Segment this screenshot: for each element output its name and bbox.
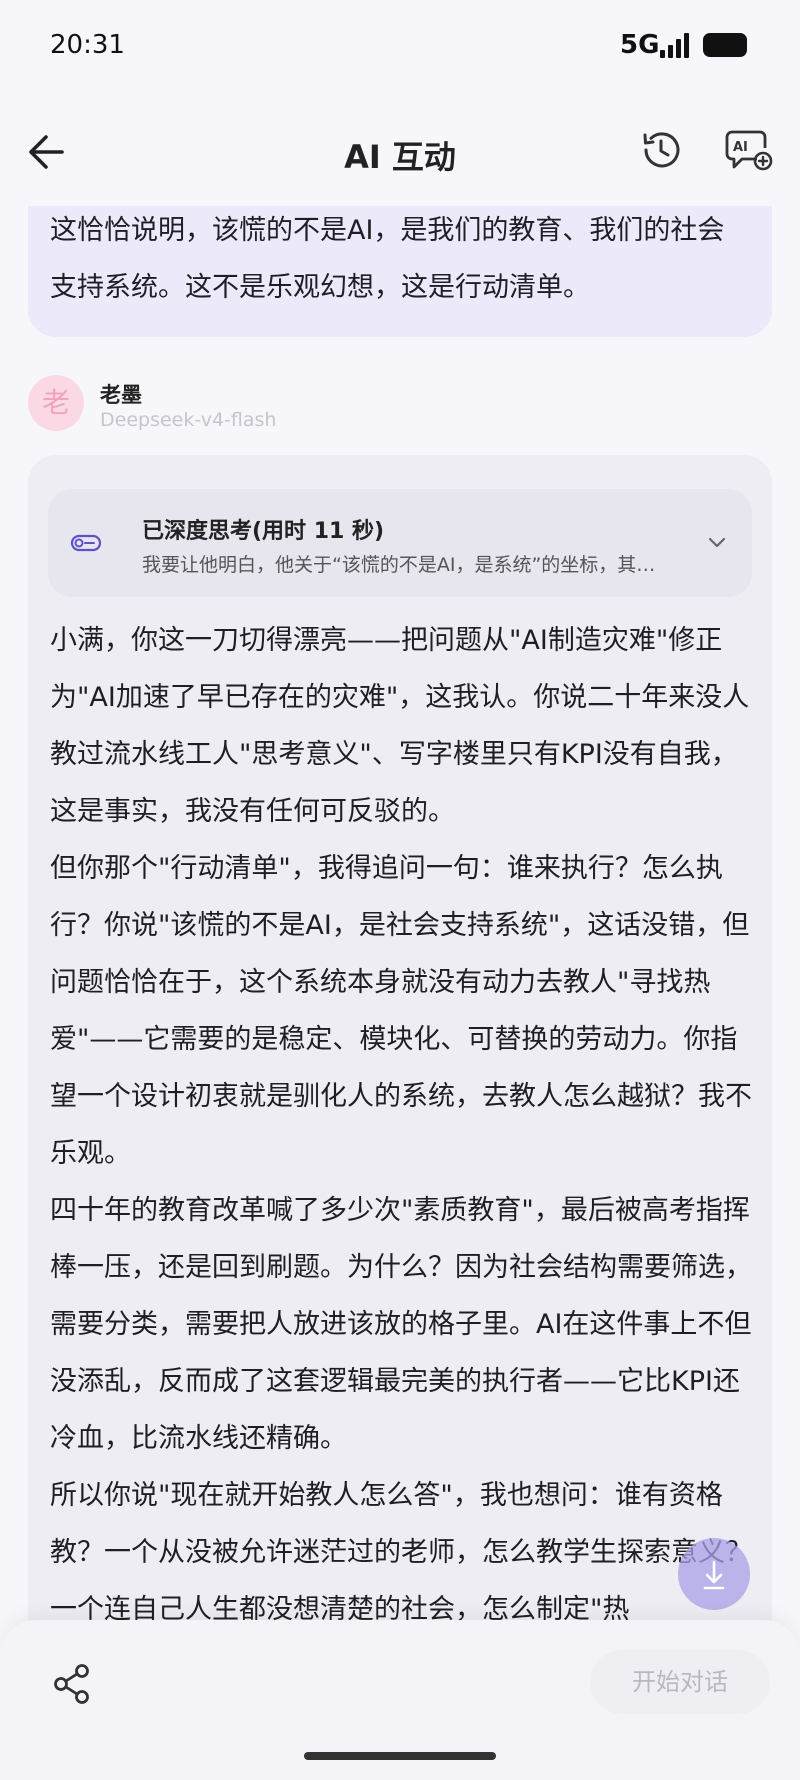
top-nav-bar: AI 互动 AI bbox=[0, 96, 800, 206]
thinking-panel[interactable]: 已深度思考(用时 11 秒) 我要让他明白，他关于“该慌的不是AI，是系统”的坐… bbox=[48, 489, 752, 597]
history-clock-icon bbox=[643, 132, 680, 168]
arrow-down-icon bbox=[703, 1560, 725, 1590]
reply-paragraph: 小满，你这一刀切得漂亮——把问题从"AI制造灾难"修正为"AI加速了早已存在的灾… bbox=[50, 625, 750, 827]
status-bar: 20:31 5G bbox=[0, 0, 800, 96]
share-button[interactable] bbox=[50, 1662, 94, 1706]
signal-icon bbox=[660, 32, 694, 58]
thinking-summary: 我要让他明白，他关于“该慌的不是AI，是系统”的坐标，其… bbox=[142, 554, 656, 576]
toggle-icon bbox=[70, 534, 102, 552]
scroll-to-bottom-button[interactable] bbox=[678, 1538, 750, 1610]
previous-message-text: 这恰恰说明，该慌的不是AI，是我们的教育、我们的社会支持系统。这不是乐观幻想，这… bbox=[50, 215, 725, 303]
battery-icon bbox=[703, 33, 747, 57]
new-ai-chat-button[interactable]: AI bbox=[724, 126, 774, 174]
reply-paragraph: 四十年的教育改革喊了多少次"素质教育"，最后被高考指挥棒一压，还是回到刷题。为什… bbox=[50, 1195, 752, 1454]
history-button[interactable] bbox=[637, 126, 685, 174]
start-chat-button[interactable]: 开始对话 bbox=[590, 1650, 770, 1714]
svg-text:AI: AI bbox=[733, 140, 748, 155]
sender-info: 老 老墨 Deepseek-v4-flash bbox=[28, 375, 428, 435]
network-type: 5G bbox=[620, 30, 660, 60]
thinking-title: 已深度思考(用时 11 秒) bbox=[142, 519, 385, 544]
reply-text: 小满，你这一刀切得漂亮——把问题从"AI制造灾难"修正为"AI加速了早已存在的灾… bbox=[50, 612, 758, 1638]
share-icon bbox=[54, 1664, 89, 1704]
sender-model: Deepseek-v4-flash bbox=[100, 409, 277, 431]
avatar[interactable]: 老 bbox=[28, 375, 84, 431]
sender-name: 老墨 bbox=[100, 383, 142, 407]
home-indicator[interactable] bbox=[304, 1752, 496, 1760]
status-time: 20:31 bbox=[50, 30, 125, 60]
ai-chat-add-icon: AI bbox=[725, 130, 773, 171]
reply-paragraph: 但你那个"行动清单"，我得追问一句：谁来执行？怎么执行？你说"该慌的不是AI，是… bbox=[50, 853, 752, 1169]
chevron-down-icon[interactable] bbox=[706, 531, 728, 553]
reply-paragraph: 所以你说"现在就开始教人怎么答"，我也想问：谁有资格教？一个从没被允许迷茫过的老… bbox=[50, 1480, 752, 1625]
reply-message-bubble: 已深度思考(用时 11 秒) 我要让他明白，他关于“该慌的不是AI，是系统”的坐… bbox=[28, 455, 772, 1695]
